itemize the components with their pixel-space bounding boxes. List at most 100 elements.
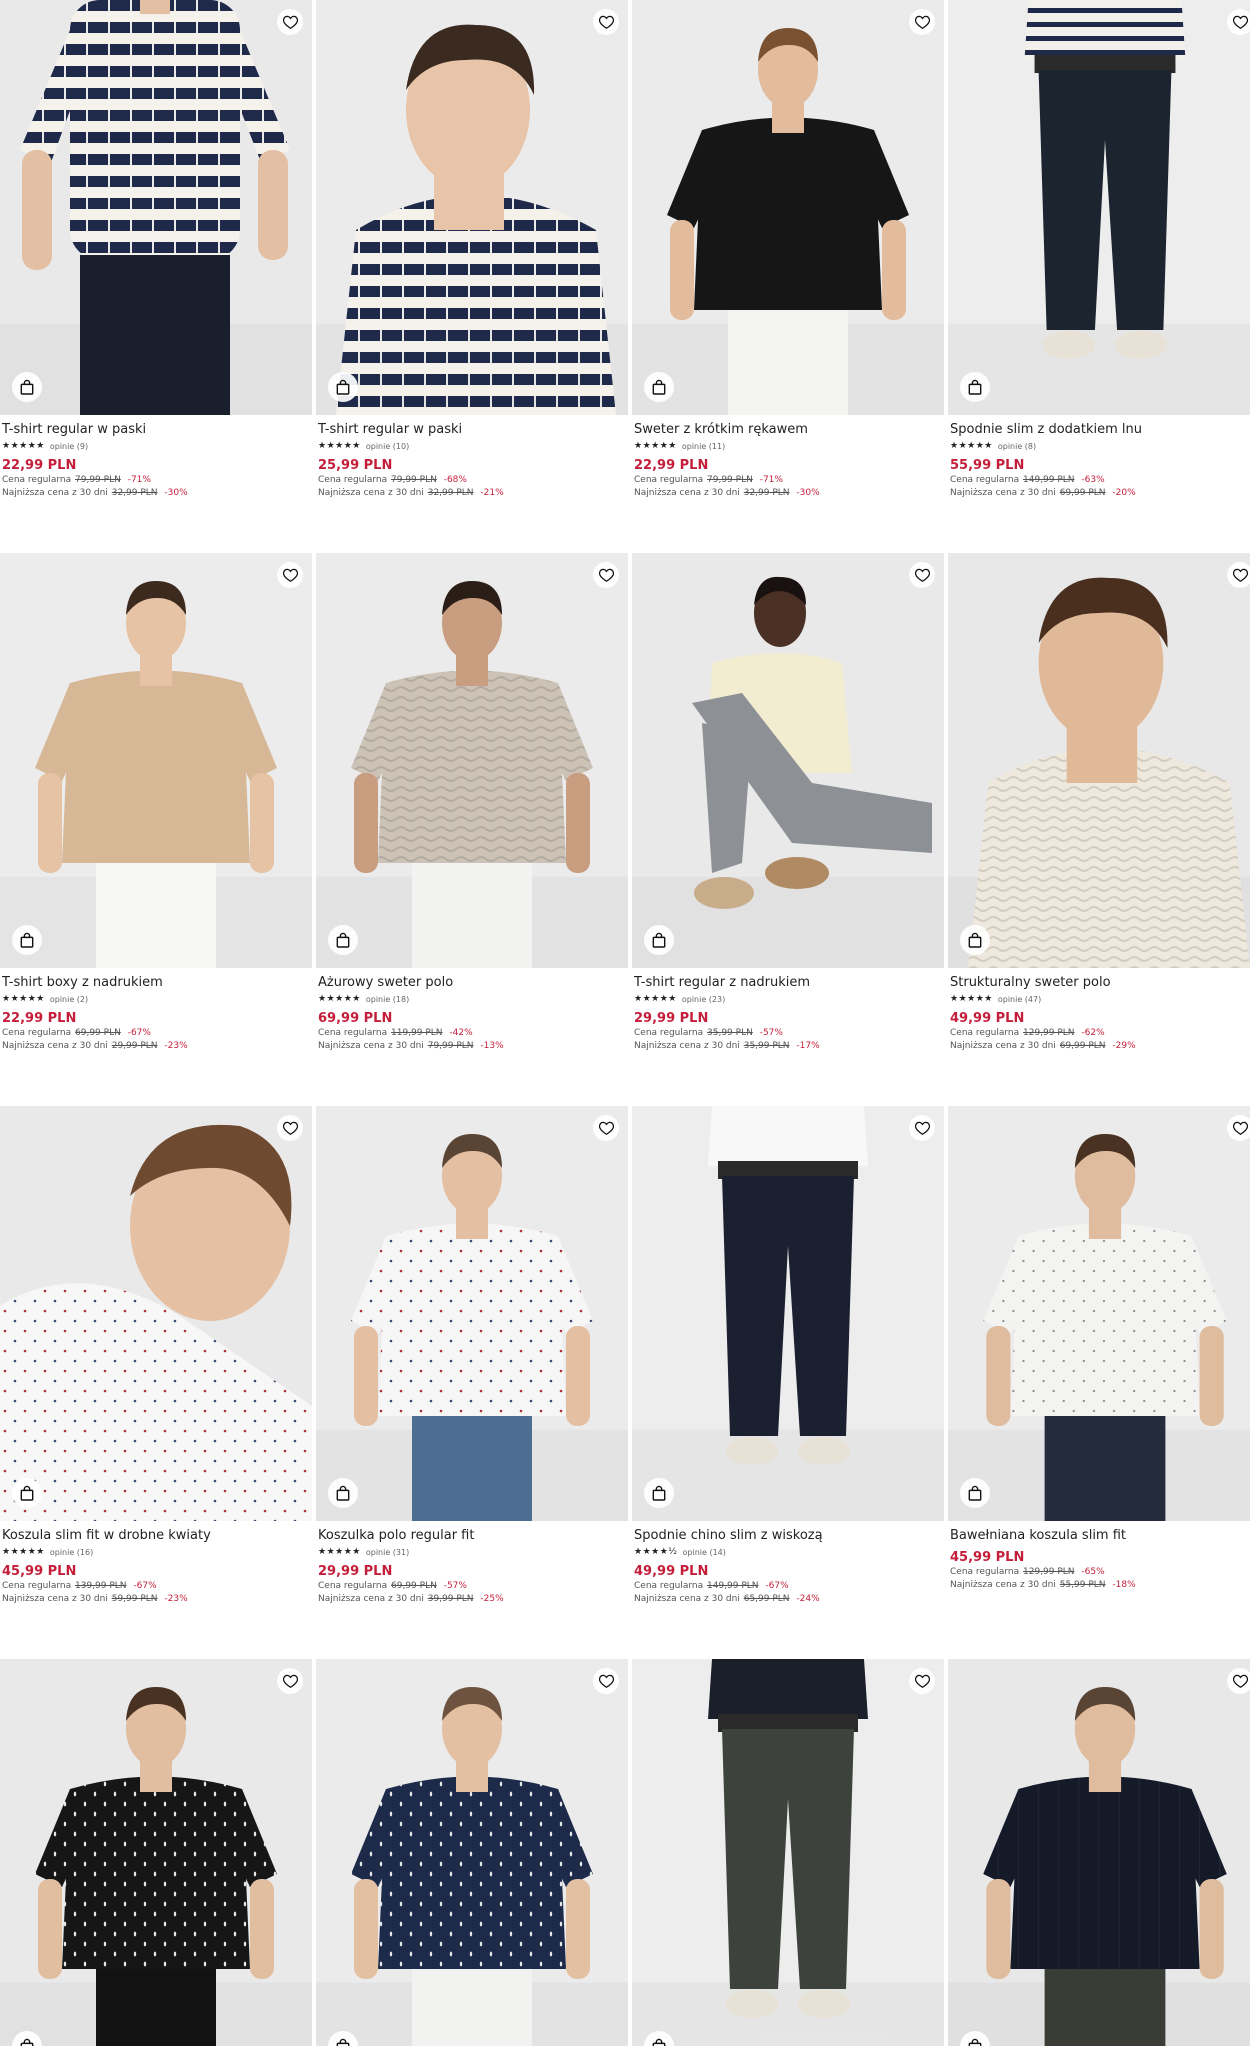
star-icons: ★★★★★ [318, 994, 361, 1004]
wishlist-button[interactable] [277, 562, 303, 588]
add-to-cart-button[interactable] [960, 372, 990, 402]
wishlist-button[interactable] [1227, 1115, 1250, 1141]
lowest-price: 32,99 PLN [427, 488, 474, 498]
product-photo[interactable] [632, 1106, 944, 1521]
product-name[interactable]: Strukturalny sweter polo [950, 974, 1250, 991]
product-card[interactable] [316, 1659, 628, 2046]
star-icons: ★★★★★ [2, 441, 45, 451]
shopping-bag-icon [968, 2038, 982, 2046]
review-count[interactable]: opinie (16) [50, 1548, 93, 1557]
wishlist-button[interactable] [1227, 1668, 1250, 1694]
wishlist-button[interactable] [277, 1115, 303, 1141]
product-photo[interactable] [316, 0, 628, 415]
review-count[interactable]: opinie (9) [50, 442, 88, 451]
product-photo[interactable] [632, 0, 944, 415]
review-count[interactable]: opinie (14) [683, 1548, 726, 1557]
product-card[interactable]: Spodnie slim z dodatkiem lnu ★★★★★ opini… [948, 0, 1250, 553]
wishlist-button[interactable] [909, 562, 935, 588]
product-name[interactable]: Koszulka polo regular fit [318, 1527, 626, 1544]
wishlist-button[interactable] [593, 9, 619, 35]
product-name[interactable]: T-shirt regular w paski [318, 421, 626, 438]
lowest-price-label: Najniższa cena z 30 dni [318, 488, 424, 498]
product-name[interactable]: Koszula slim fit w drobne kwiaty [2, 1527, 310, 1544]
review-count[interactable]: opinie (10) [366, 442, 409, 451]
wishlist-button[interactable] [909, 1668, 935, 1694]
product-photo[interactable] [948, 1106, 1250, 1521]
product-name[interactable]: Bawełniana koszula slim fit [950, 1527, 1250, 1544]
wishlist-button[interactable] [277, 1668, 303, 1694]
review-count[interactable]: opinie (18) [366, 995, 409, 1004]
add-to-cart-button[interactable] [960, 1478, 990, 1508]
product-card[interactable]: Koszula slim fit w drobne kwiaty ★★★★★ o… [0, 1106, 312, 1659]
add-to-cart-button[interactable] [328, 1478, 358, 1508]
lowest-price: 39,99 PLN [427, 1594, 474, 1604]
wishlist-button[interactable] [593, 1115, 619, 1141]
add-to-cart-button[interactable] [328, 372, 358, 402]
add-to-cart-button[interactable] [12, 372, 42, 402]
add-to-cart-button[interactable] [644, 1478, 674, 1508]
add-to-cart-button[interactable] [12, 925, 42, 955]
product-photo[interactable] [948, 553, 1250, 968]
product-photo[interactable] [316, 553, 628, 968]
add-to-cart-button[interactable] [328, 925, 358, 955]
star-icons: ★★★★★ [634, 994, 677, 1004]
add-to-cart-button[interactable] [12, 1478, 42, 1508]
wishlist-button[interactable] [909, 9, 935, 35]
product-card[interactable]: Koszulka polo regular fit ★★★★★ opinie (… [316, 1106, 628, 1659]
lowest-discount: -23% [164, 1041, 188, 1051]
product-card[interactable]: T-shirt regular z nadrukiem ★★★★★ opinie… [632, 553, 944, 1106]
wishlist-button[interactable] [1227, 9, 1250, 35]
product-name[interactable]: Spodnie chino slim z wiskozą [634, 1527, 942, 1544]
regular-price: 69,99 PLN [75, 1028, 121, 1038]
regular-discount: -67% [765, 1581, 789, 1591]
wishlist-button[interactable] [593, 562, 619, 588]
product-name[interactable]: T-shirt regular z nadrukiem [634, 974, 942, 991]
product-name[interactable]: T-shirt regular w paski [2, 421, 310, 438]
product-photo[interactable] [0, 1659, 312, 2046]
review-count[interactable]: opinie (11) [682, 442, 725, 451]
product-photo[interactable] [0, 553, 312, 968]
product-photo[interactable] [632, 553, 944, 968]
product-card[interactable] [948, 1659, 1250, 2046]
product-photo[interactable] [316, 1106, 628, 1521]
product-photo[interactable] [316, 1659, 628, 2046]
heart-icon [914, 1121, 930, 1135]
review-count[interactable]: opinie (47) [998, 995, 1041, 1004]
product-card[interactable]: T-shirt boxy z nadrukiem ★★★★★ opinie (2… [0, 553, 312, 1106]
review-count[interactable]: opinie (23) [682, 995, 725, 1004]
product-photo[interactable] [0, 1106, 312, 1521]
review-count[interactable]: opinie (31) [366, 1548, 409, 1557]
add-to-cart-button[interactable] [644, 925, 674, 955]
product-photo[interactable] [948, 1659, 1250, 2046]
product-card[interactable]: Bawełniana koszula slim fit 45,99 PLN Ce… [948, 1106, 1250, 1659]
product-card[interactable]: Strukturalny sweter polo ★★★★★ opinie (4… [948, 553, 1250, 1106]
product-photo[interactable] [948, 0, 1250, 415]
product-card[interactable]: T-shirt regular w paski ★★★★★ opinie (9)… [0, 0, 312, 553]
add-to-cart-button[interactable] [960, 925, 990, 955]
review-count[interactable]: opinie (8) [998, 442, 1036, 451]
lowest-price-label: Najniższa cena z 30 dni [950, 488, 1056, 498]
wishlist-button[interactable] [593, 1668, 619, 1694]
regular-discount: -68% [443, 475, 467, 485]
product-card[interactable]: T-shirt regular w paski ★★★★★ opinie (10… [316, 0, 628, 553]
product-card[interactable] [632, 1659, 944, 2046]
review-count[interactable]: opinie (2) [50, 995, 88, 1004]
product-card[interactable] [0, 1659, 312, 2046]
product-photo[interactable] [0, 0, 312, 415]
product-name[interactable]: T-shirt boxy z nadrukiem [2, 974, 310, 991]
add-to-cart-button[interactable] [644, 372, 674, 402]
product-name[interactable]: Ażurowy sweter polo [318, 974, 626, 991]
wishlist-button[interactable] [909, 1115, 935, 1141]
product-card[interactable]: Spodnie chino slim z wiskozą ★★★★½ opini… [632, 1106, 944, 1659]
product-image [316, 553, 628, 968]
product-photo[interactable] [632, 1659, 944, 2046]
wishlist-button[interactable] [277, 9, 303, 35]
product-card[interactable]: Ażurowy sweter polo ★★★★★ opinie (18) 69… [316, 553, 628, 1106]
product-name[interactable]: Spodnie slim z dodatkiem lnu [950, 421, 1250, 438]
rating: ★★★★★ opinie (47) [950, 993, 1250, 1005]
wishlist-button[interactable] [1227, 562, 1250, 588]
lowest-price-label: Najniższa cena z 30 dni [2, 1594, 108, 1604]
product-card[interactable]: Sweter z krótkim rękawem ★★★★★ opinie (1… [632, 0, 944, 553]
product-name[interactable]: Sweter z krótkim rękawem [634, 421, 942, 438]
product-info: Spodnie chino slim z wiskozą ★★★★½ opini… [632, 1521, 944, 1606]
